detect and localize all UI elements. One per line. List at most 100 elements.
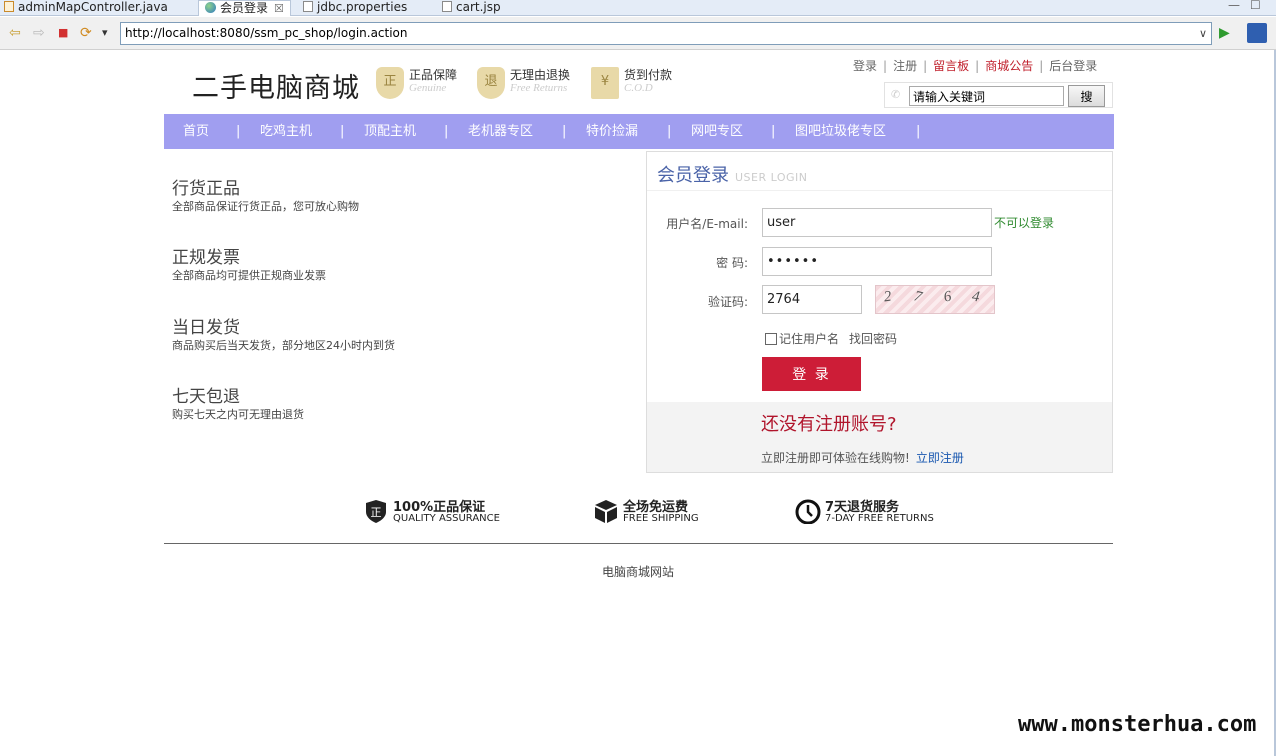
globe-icon xyxy=(205,2,216,13)
username-field[interactable]: user xyxy=(762,208,992,237)
url-input[interactable]: http://localhost:8080/ssm_pc_shop/login.… xyxy=(120,22,1212,45)
main-nav: 首页 | 吃鸡主机 | 顶配主机 | 老机器专区 | 特价捡漏 | 网吧专区 |… xyxy=(164,114,1114,149)
top-links: 登录 | 注册 | 留言板 | 商城公告 | 后台登录 xyxy=(853,59,1098,73)
feature-invoice: 正规发票 全部商品均可提供正规商业发票 xyxy=(172,247,326,283)
badge-title: 货到付款 xyxy=(624,68,673,82)
feature-desc: 购买七天之内可无理由退货 xyxy=(172,408,304,421)
nav-item-high-end[interactable]: 顶配主机 xyxy=(364,114,416,149)
login-link[interactable]: 登录 xyxy=(853,59,877,73)
captcha-image[interactable]: 2 7 6 4 xyxy=(875,285,995,314)
refresh-icon[interactable]: ⟳ xyxy=(80,25,92,41)
captcha-char: 2 xyxy=(882,288,893,306)
password-field[interactable]: •••••• xyxy=(762,247,992,276)
file-icon xyxy=(442,1,452,12)
login-title-en: USER LOGIN xyxy=(735,171,808,184)
badge-title: 无理由退换 xyxy=(510,68,571,82)
tab-jdbc-properties[interactable]: jdbc.properties xyxy=(303,0,407,16)
feature-title: 七天包退 xyxy=(172,387,240,407)
footer-divider xyxy=(164,543,1113,544)
nav-item-bargains[interactable]: 特价捡漏 xyxy=(586,114,638,149)
java-file-icon xyxy=(4,1,14,12)
feature-same-day: 当日发货 商品购买后当天发货，部分地区24小时内到货 xyxy=(172,317,395,353)
captcha-label: 验证码: xyxy=(707,295,748,309)
password-label: 密 码: xyxy=(716,256,748,270)
admin-login-link[interactable]: 后台登录 xyxy=(1049,59,1097,73)
tab-admin-map-controller[interactable]: adminMapController.java xyxy=(4,0,168,16)
tab-label: 会员登录 xyxy=(220,1,269,15)
url-text: http://localhost:8080/ssm_pc_shop/login.… xyxy=(125,26,408,40)
feature-returns: 七天包退 购买七天之内可无理由退货 xyxy=(172,386,304,422)
forward-icon[interactable]: ⇨ xyxy=(33,25,45,41)
back-icon[interactable]: ⇦ xyxy=(9,25,21,41)
register-text: 立即注册即可体验在线购物! 立即注册 xyxy=(761,449,964,466)
external-browser-icon[interactable] xyxy=(1247,23,1267,43)
nav-separator: | xyxy=(771,124,776,139)
captcha-char: 6 xyxy=(942,288,953,306)
captcha-char: 7 xyxy=(912,288,924,306)
editor-tab-bar: adminMapController.java 会员登录 ☒ jdbc.prope… xyxy=(0,0,1276,16)
feature-title: 正规发票 xyxy=(172,248,240,268)
search-bar: ✆ 搜 xyxy=(884,82,1113,108)
captcha-char: 4 xyxy=(970,288,981,306)
register-now-link[interactable]: 立即注册 xyxy=(916,451,964,465)
feature-desc: 全部商品保证行货正品，您可放心购物 xyxy=(172,200,359,213)
nav-item-netcafe[interactable]: 网吧专区 xyxy=(691,114,743,149)
register-text-label: 立即注册即可体验在线购物! xyxy=(761,451,910,465)
feature-title: 当日发货 xyxy=(172,318,240,338)
url-dropdown-icon[interactable]: ∨ xyxy=(1199,25,1207,42)
search-input[interactable] xyxy=(909,86,1064,106)
search-button[interactable]: 搜 xyxy=(1068,85,1105,107)
badge-title: 正品保障 xyxy=(409,68,458,82)
shield-icon: 正 xyxy=(366,500,386,523)
find-password-link[interactable]: 找回密码 xyxy=(849,332,897,346)
login-button[interactable]: 登 录 xyxy=(762,357,861,391)
feature-genuine: 行货正品 全部商品保证行货正品，您可放心购物 xyxy=(172,178,359,214)
register-prompt: 还没有注册账号? xyxy=(761,414,897,435)
register-link[interactable]: 注册 xyxy=(893,59,917,73)
feature-desc: 全部商品均可提供正规商业发票 xyxy=(172,269,326,282)
badge-subtitle: C.O.D xyxy=(624,82,653,94)
footer-text: 电脑商城网站 xyxy=(601,565,674,579)
svg-text:正: 正 xyxy=(371,506,382,519)
tab-label: cart.jsp xyxy=(456,0,501,14)
file-icon xyxy=(303,1,313,12)
go-icon[interactable]: ▶ xyxy=(1219,25,1230,41)
login-panel: 会员登录 USER LOGIN 用户名/E-mail: user 不可以登录 密 … xyxy=(646,151,1113,473)
nav-separator: | xyxy=(667,124,672,139)
shield-icon: 正 xyxy=(376,67,404,99)
nav-separator: | xyxy=(916,124,921,139)
announcement-link[interactable]: 商城公告 xyxy=(985,59,1033,73)
box-icon xyxy=(595,500,617,523)
chevron-down-icon[interactable]: ▾ xyxy=(102,25,108,41)
tab-cart-jsp[interactable]: cart.jsp xyxy=(442,0,501,16)
close-icon[interactable]: ☒ xyxy=(274,2,284,15)
nav-item-gaming[interactable]: 吃鸡主机 xyxy=(260,114,312,149)
nav-item-old-machines[interactable]: 老机器专区 xyxy=(468,114,533,149)
watermark: www.monsterhua.com xyxy=(1018,712,1257,737)
register-area: 还没有注册账号? 立即注册即可体验在线购物! 立即注册 xyxy=(647,402,1112,472)
badge-subtitle: Free Returns xyxy=(510,82,568,94)
tab-member-login[interactable]: 会员登录 ☒ xyxy=(198,0,291,16)
nav-item-budget[interactable]: 图吧垃圾佬专区 xyxy=(795,114,886,149)
shield-icon: 退 xyxy=(477,67,505,99)
remember-checkbox[interactable] xyxy=(765,333,777,345)
username-hint: 不可以登录 xyxy=(994,216,1055,230)
username-label: 用户名/E-mail: xyxy=(666,217,748,231)
service-subtitle: 7-DAY FREE RETURNS xyxy=(825,513,934,524)
message-board-link[interactable]: 留言板 xyxy=(933,59,969,73)
tab-label: adminMapController.java xyxy=(18,0,168,14)
nav-separator: | xyxy=(236,124,241,139)
feature-title: 行货正品 xyxy=(172,179,240,199)
stop-icon[interactable]: ■ xyxy=(58,25,68,41)
maximize-icon[interactable]: ☐ xyxy=(1250,0,1261,12)
captcha-field[interactable]: 2764 xyxy=(762,285,862,314)
nav-item-home[interactable]: 首页 xyxy=(183,114,209,149)
minimize-icon[interactable]: — xyxy=(1228,0,1240,12)
site-logo[interactable]: 二手电脑商城 xyxy=(192,66,360,105)
service-subtitle: QUALITY ASSURANCE xyxy=(393,513,500,524)
tab-label: jdbc.properties xyxy=(317,0,408,14)
nav-separator: | xyxy=(340,124,345,139)
cash-icon: ¥ xyxy=(591,67,619,99)
remember-row: 记住用户名 找回密码 xyxy=(765,330,897,347)
remember-label[interactable]: 记住用户名 xyxy=(779,332,839,346)
